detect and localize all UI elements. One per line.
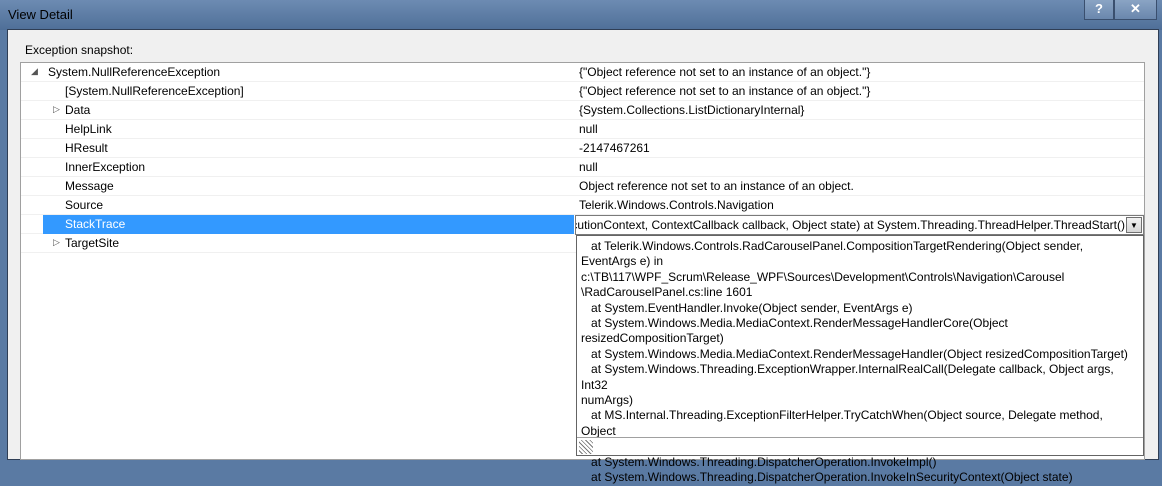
row-name: HResult (65, 141, 108, 155)
row-value: -2147467261 (579, 141, 650, 155)
table-row[interactable]: InnerException null (21, 158, 1144, 177)
row-value: Object reference not set to an instance … (579, 179, 854, 193)
table-row[interactable]: Message Object reference not set to an in… (21, 177, 1144, 196)
row-value: null (579, 160, 598, 174)
row-name: Message (65, 179, 114, 193)
row-name: Data (65, 103, 91, 117)
stacktrace-combo[interactable]: cutionContext, ContextCallback callback,… (575, 215, 1144, 235)
row-value: {System.Collections.ListDictionaryIntern… (579, 103, 805, 117)
row-name: InnerException (65, 160, 146, 174)
row-name: StackTrace (43, 215, 574, 234)
exception-tree-grid: ◢ System.NullReferenceException {"Object r… (20, 62, 1145, 485)
table-row[interactable]: [System.NullReferenceException] {"Object … (21, 82, 1144, 101)
title-bar: View Detail ? ✕ (0, 0, 1162, 30)
close-button[interactable]: ✕ (1114, 0, 1157, 20)
table-row[interactable]: Source Telerik.Windows.Controls.Navigatio… (21, 196, 1144, 215)
row-name: HelpLink (65, 122, 112, 136)
row-value: null (579, 122, 598, 136)
table-row[interactable]: HelpLink null (21, 120, 1144, 139)
row-value: Telerik.Windows.Controls.Navigation (579, 198, 774, 212)
row-name: Source (65, 198, 104, 212)
row-value: {"Object reference not set to an instanc… (579, 84, 871, 98)
collapse-icon[interactable]: ◢ (31, 66, 38, 77)
table-row[interactable]: ◢ System.NullReferenceException {"Object r… (21, 63, 1144, 82)
resize-grip[interactable] (577, 437, 1143, 455)
help-button[interactable]: ? (1084, 0, 1114, 20)
window-title: View Detail (8, 7, 73, 22)
resize-grip-icon[interactable] (579, 440, 593, 454)
table-row[interactable]: HResult -2147467261 (21, 139, 1144, 158)
row-value: {"Object reference not set to an instanc… (579, 65, 871, 79)
table-row[interactable]: ▷ Data {System.Collections.ListDictionaryI… (21, 101, 1144, 120)
row-name: TargetSite (65, 236, 120, 250)
stacktrace-value: cutionContext, ContextCallback callback,… (575, 218, 1125, 232)
exception-snapshot-label: Exception snapshot: (25, 43, 134, 57)
row-name: System.NullReferenceException (48, 65, 221, 79)
stacktrace-popup[interactable]: at Telerik.Windows.Controls.RadCarouselP… (576, 235, 1144, 485)
stacktrace-text: at Telerik.Windows.Controls.RadCarouselP… (581, 239, 1128, 485)
dropdown-arrow-icon[interactable]: ▼ (1126, 217, 1142, 233)
row-name: [System.NullReferenceException] (65, 84, 244, 98)
